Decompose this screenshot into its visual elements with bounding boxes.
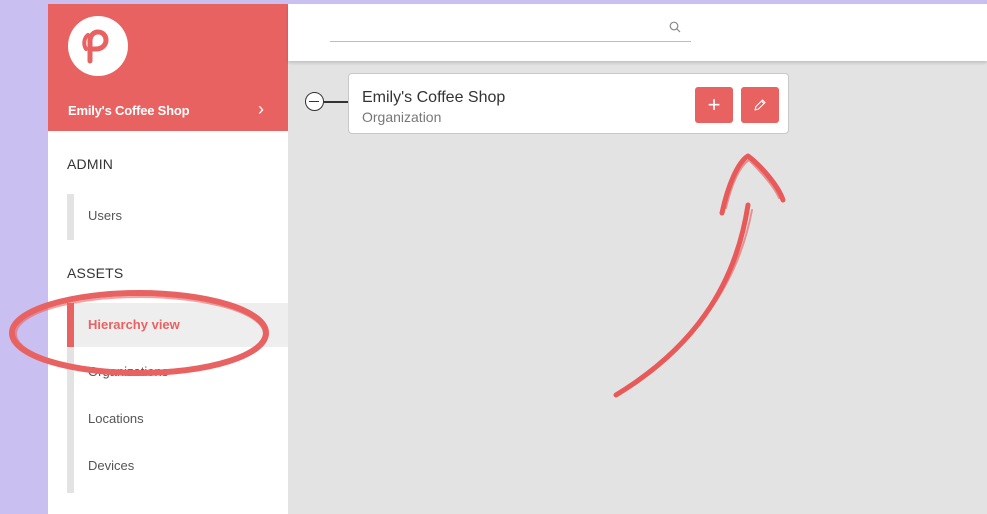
add-child-button[interactable]: + <box>695 87 733 123</box>
sidebar-item-locations[interactable]: Locations <box>67 397 288 441</box>
search-icon[interactable] <box>669 21 681 33</box>
app-window: Emily's Coffee Shop › ADMIN Users ASSETS… <box>48 4 987 514</box>
sidebar: Emily's Coffee Shop › ADMIN Users ASSETS… <box>48 4 288 514</box>
node-title: Emily's Coffee Shop <box>362 89 506 106</box>
edit-node-button[interactable] <box>741 87 779 123</box>
chevron-right-icon[interactable]: › <box>258 100 264 118</box>
top-bar <box>288 4 987 61</box>
sidebar-item-label: Users <box>88 208 122 223</box>
search-input[interactable] <box>330 18 650 40</box>
sidebar-item-organizations[interactable]: Organizations <box>67 350 288 394</box>
search-box <box>330 18 691 42</box>
sidebar-item-devices[interactable]: Devices <box>67 444 288 488</box>
sidebar-item-hierarchy-view[interactable]: Hierarchy view <box>67 303 288 347</box>
assets-section-title: ASSETS <box>67 265 124 281</box>
tree-connector-line <box>324 101 348 103</box>
node-type: Organization <box>362 109 442 125</box>
collapse-toggle-button[interactable] <box>305 92 324 111</box>
pencil-icon <box>754 99 766 111</box>
sidebar-item-label: Locations <box>88 411 144 426</box>
sidebar-item-label: Devices <box>88 458 135 473</box>
sidebar-item-label: Organizations <box>88 364 169 379</box>
brand-header[interactable]: Emily's Coffee Shop › <box>48 4 288 131</box>
heart-logo-icon <box>68 16 128 76</box>
sidebar-item-label: Hierarchy view <box>88 317 180 332</box>
admin-section-title: ADMIN <box>67 156 114 172</box>
active-indicator <box>67 303 74 347</box>
organization-name: Emily's Coffee Shop <box>68 103 190 118</box>
sidebar-item-users[interactable]: Users <box>67 194 288 238</box>
tree-node-card[interactable]: Emily's Coffee Shop Organization + <box>348 73 789 134</box>
